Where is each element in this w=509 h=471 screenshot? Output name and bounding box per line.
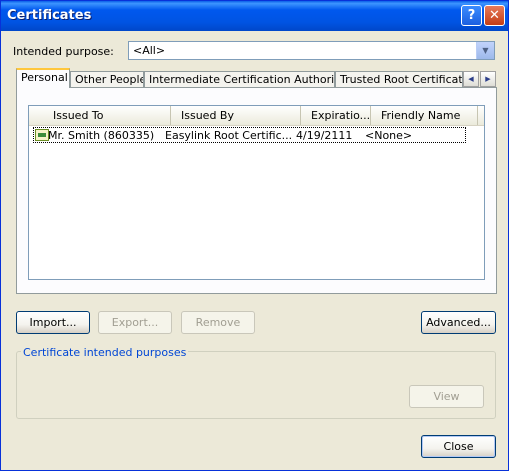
- remove-button[interactable]: Remove: [181, 311, 255, 334]
- tab-panel-personal: Issued To Issued By Expiratio... Friendl…: [16, 87, 497, 294]
- close-icon: ✕: [489, 8, 500, 23]
- view-button[interactable]: View: [409, 385, 484, 408]
- help-button[interactable]: ?: [461, 5, 482, 26]
- intended-purpose-dropdown[interactable]: <All> ▼: [128, 41, 495, 60]
- title-bar[interactable]: Certificates ? ✕: [1, 1, 508, 31]
- chevron-down-icon[interactable]: ▼: [476, 42, 494, 59]
- tab-other-people[interactable]: Other People: [70, 71, 144, 88]
- scroll-right-icon[interactable]: ▶: [480, 71, 496, 87]
- help-icon: ?: [467, 8, 476, 23]
- tab-intermediate-ca[interactable]: Intermediate Certification Authorities: [144, 71, 335, 88]
- tab-scroll-controls: ◀ ▶: [463, 71, 497, 87]
- certificates-dialog: Certificates ? ✕ Intended purpose: <All>…: [0, 0, 509, 471]
- column-issued-to[interactable]: Issued To: [43, 106, 171, 125]
- import-button[interactable]: Import...: [16, 311, 90, 334]
- cell-issued-by: Easylink Root Certific...: [165, 129, 293, 142]
- tab-trusted-root-ca[interactable]: Trusted Root Certification Authorities: [335, 71, 463, 88]
- cell-expiration: 4/19/2111: [296, 129, 353, 142]
- certificate-icon: [35, 129, 49, 141]
- cell-friendly-name: <None>: [365, 129, 413, 142]
- intended-purpose-value: <All>: [133, 44, 166, 57]
- export-button[interactable]: Export...: [98, 311, 172, 334]
- certificate-list[interactable]: Issued To Issued By Expiratio... Friendl…: [28, 105, 485, 280]
- list-header: Issued To Issued By Expiratio... Friendl…: [29, 106, 484, 126]
- column-friendly-name[interactable]: Friendly Name: [371, 106, 478, 125]
- table-row[interactable]: Mr. Smith (860335) Easylink Root Certifi…: [33, 127, 466, 143]
- close-window-button[interactable]: ✕: [484, 5, 505, 26]
- tab-personal[interactable]: Personal: [16, 68, 70, 88]
- column-expiration[interactable]: Expiratio...: [301, 106, 371, 125]
- close-button[interactable]: Close: [421, 435, 496, 458]
- scroll-left-icon[interactable]: ◀: [463, 71, 479, 87]
- intended-purpose-label: Intended purpose:: [13, 45, 114, 58]
- group-title: Certificate intended purposes: [21, 346, 189, 359]
- cell-issued-to: Mr. Smith (860335): [48, 129, 155, 142]
- advanced-button[interactable]: Advanced...: [421, 311, 496, 334]
- window-title: Certificates: [7, 8, 92, 23]
- column-issued-by[interactable]: Issued By: [171, 106, 301, 125]
